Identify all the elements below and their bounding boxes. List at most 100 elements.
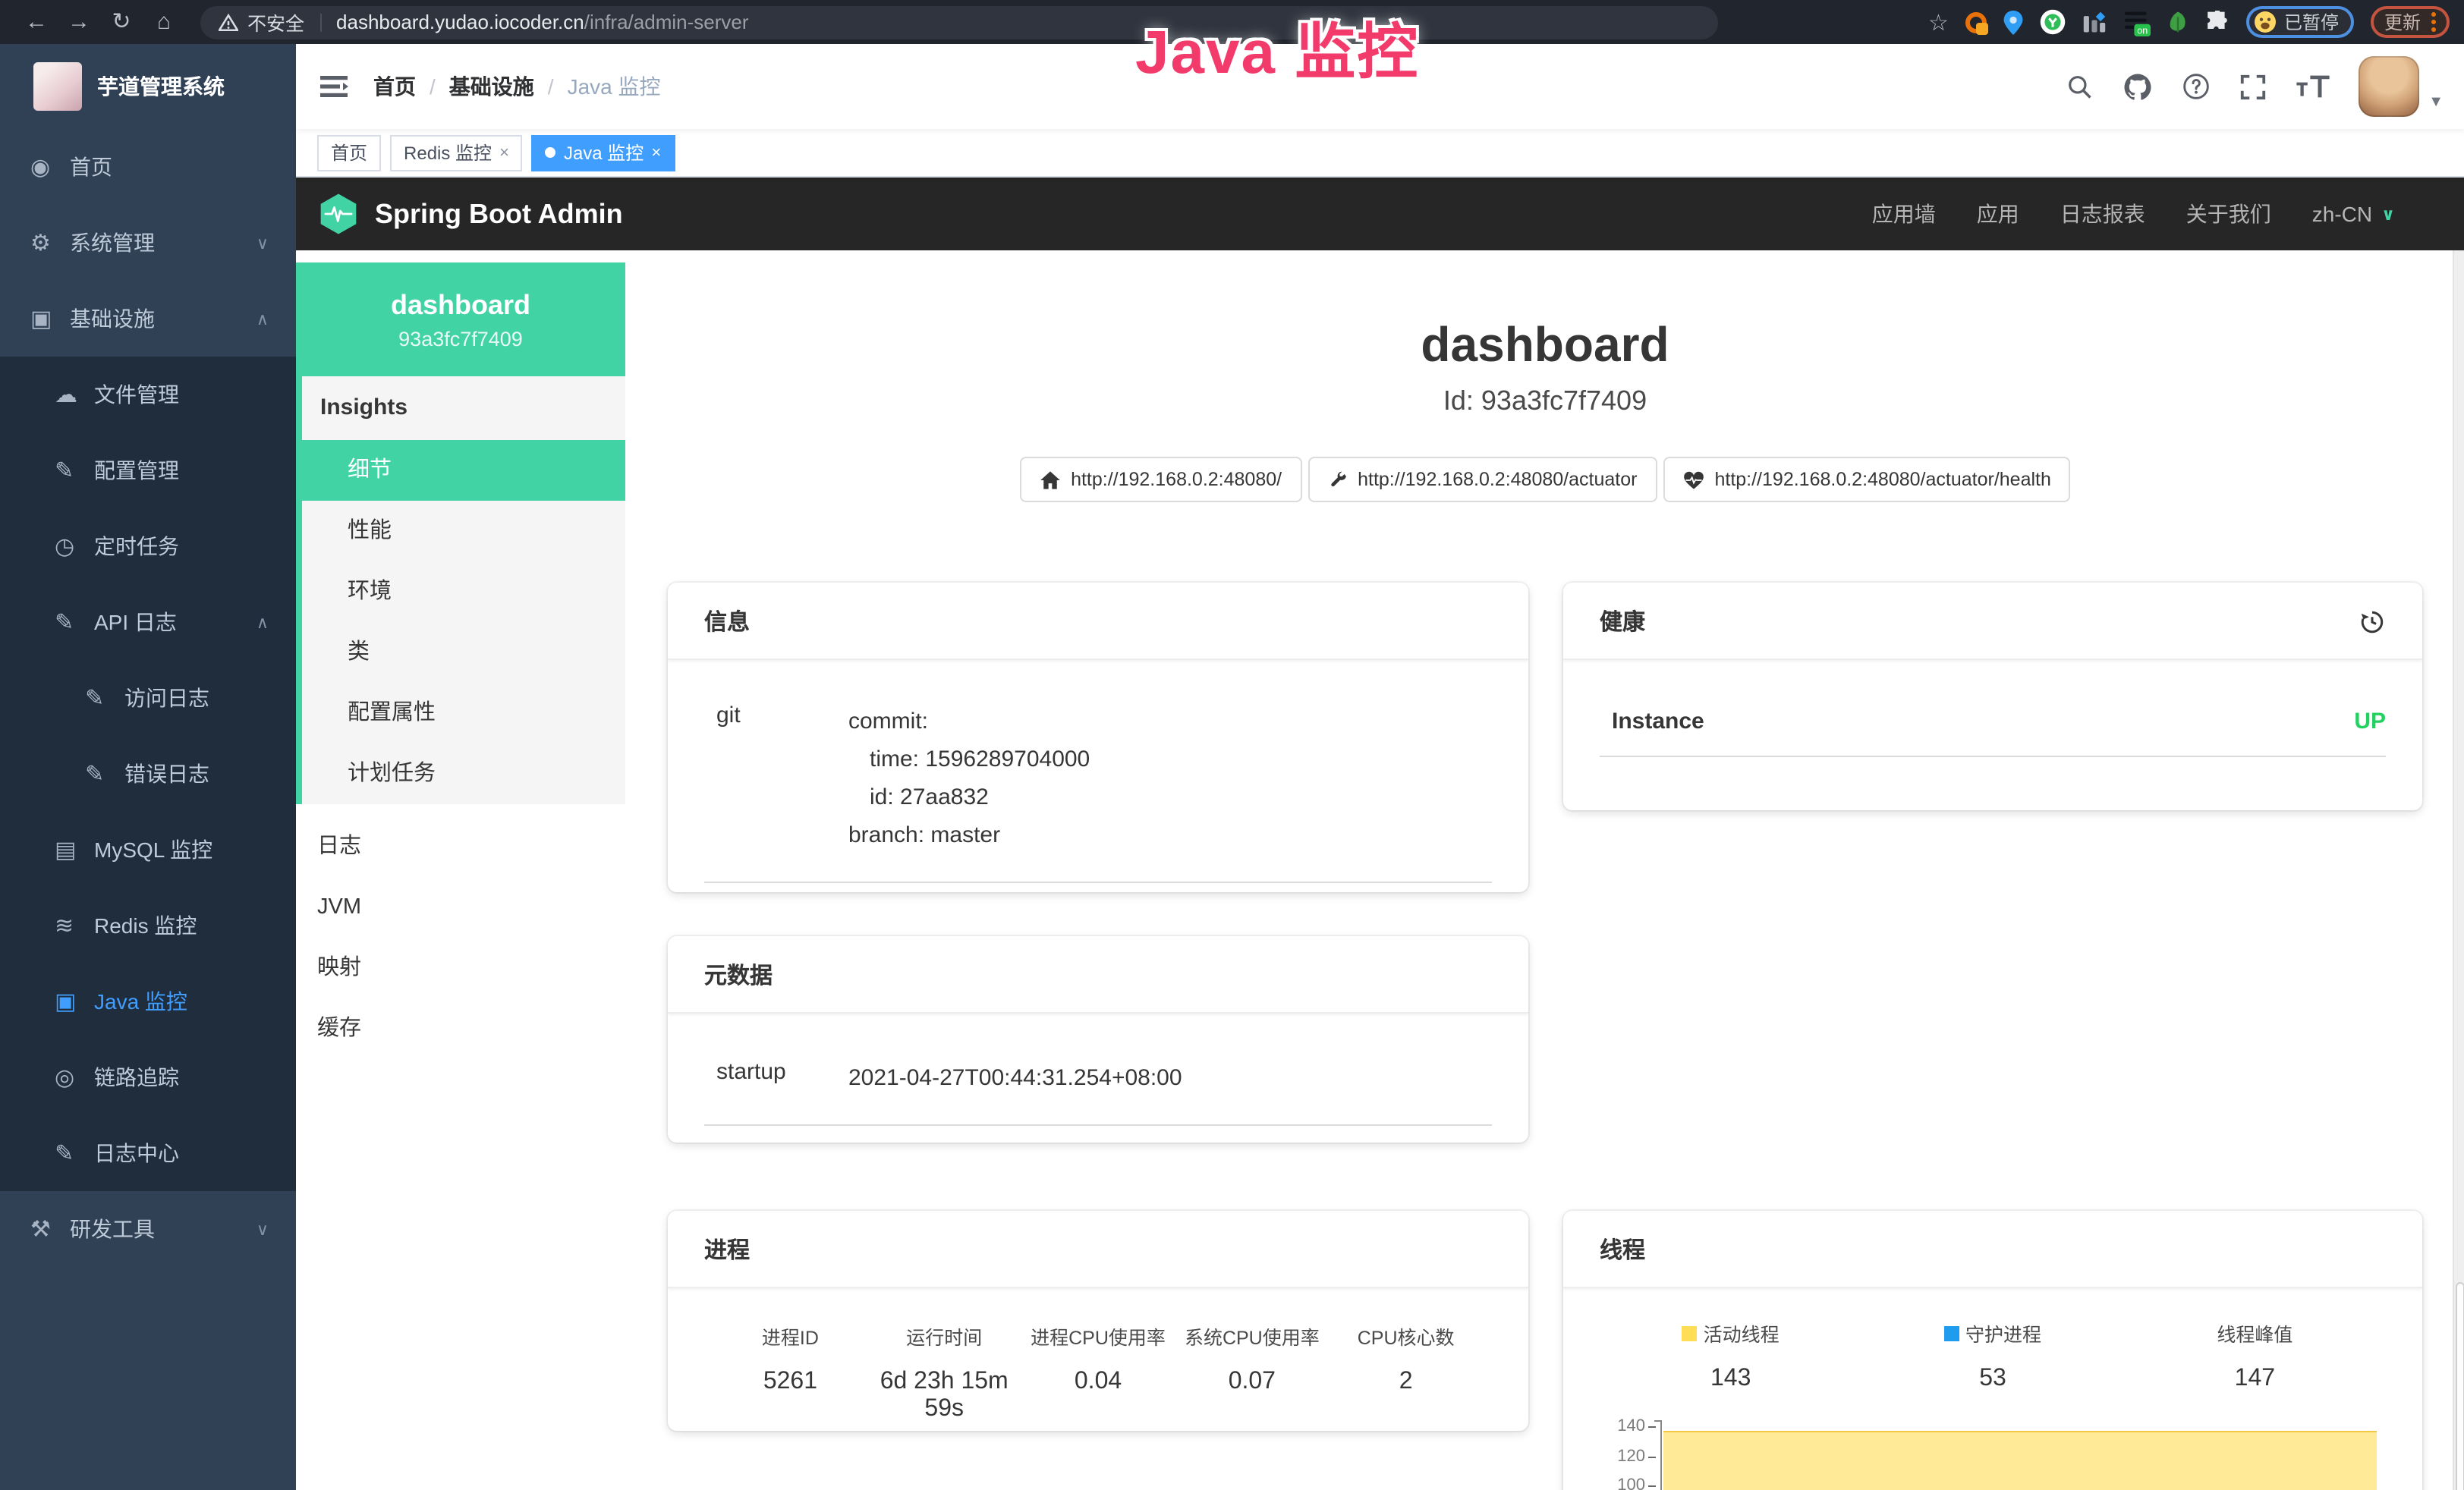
locale-label: zh-CN [2312, 202, 2372, 226]
breadcrumb-infra[interactable]: 基础设施 [449, 71, 534, 102]
breadcrumb-home[interactable]: 首页 [373, 71, 416, 102]
git-id-line: id: 27aa832 [848, 778, 1492, 816]
bookmark-star-icon[interactable]: ☆ [1928, 8, 1949, 36]
update-label: 更新 [2384, 9, 2421, 35]
sidebar-item-config-manage[interactable]: ✎ 配置管理 [0, 432, 296, 508]
sba-brand[interactable]: Spring Boot Admin [317, 193, 623, 235]
sidebar-item-label: 配置管理 [94, 455, 179, 486]
browser-extensions: ☆ on [1928, 6, 2450, 38]
sba-locale-select[interactable]: zh-CN ∨ [2312, 202, 2395, 226]
sba-menu-jvm[interactable]: JVM [296, 877, 625, 938]
insights-group: Insights 细节 性能 环境 类 配置属性 计划任务 [296, 376, 625, 804]
sba-menu-scheduled-tasks[interactable]: 计划任务 [302, 743, 625, 804]
stat-live-threads: 活动线程 143 [1600, 1319, 1861, 1393]
stat-value: 6d 23h 15m 59s [867, 1369, 1021, 1423]
sidebar-item-api-log[interactable]: ✎ API 日志 ∧ [0, 584, 296, 660]
sba-menu-mappings[interactable]: 映射 [296, 938, 625, 998]
sidebar-item-trace[interactable]: ◎ 链路追踪 [0, 1039, 296, 1115]
content-scrollbar[interactable] [2453, 250, 2464, 1490]
sidebar-item-file-manage[interactable]: ☁ 文件管理 [0, 357, 296, 432]
stat-label: 线程峰值 [2217, 1319, 2292, 1347]
card-title-text: 进程 [704, 1234, 750, 1265]
sba-menu-environment[interactable]: 环境 [302, 561, 625, 622]
extension-y-icon[interactable] [2040, 9, 2066, 35]
extension-on-icon[interactable]: on [2123, 8, 2151, 36]
sidebar-item-access-log[interactable]: ✎ 访问日志 [0, 660, 296, 736]
browser-menu-icon[interactable] [2431, 12, 2436, 32]
avatar[interactable] [2359, 56, 2419, 117]
card-title-text: 元数据 [704, 959, 773, 991]
scrollbar-thumb[interactable] [2456, 1282, 2464, 1490]
browser-back-icon[interactable]: ← [15, 0, 58, 44]
legend-blue-square [1944, 1325, 1959, 1341]
instance-id: Id: 93a3fc7f7409 [625, 385, 2464, 417]
svg-text:on: on [2137, 24, 2148, 35]
wrench-icon [1327, 470, 1347, 489]
brand[interactable]: 芋道管理系统 [0, 44, 296, 129]
log-icon: ✎ [55, 608, 94, 636]
warning-icon [219, 13, 238, 31]
tag-home[interactable]: 首页 [317, 134, 381, 171]
sba-nav-applications[interactable]: 应用 [1977, 199, 2019, 229]
address-bar[interactable]: 不安全 dashboard.yudao.iocoder.cn/infra/adm… [200, 5, 1718, 39]
close-icon[interactable]: × [499, 143, 509, 162]
edit-icon: ✎ [55, 457, 94, 484]
service-url-button[interactable]: http://192.168.0.2:48080/ [1019, 457, 1301, 502]
sidebar-item-scheduled-jobs[interactable]: ◷ 定时任务 [0, 508, 296, 584]
info-card-title: 信息 [668, 583, 1528, 660]
sidebar-item-mysql-monitor[interactable]: ▤ MySQL 监控 [0, 812, 296, 888]
extension-puzzle-icon[interactable] [2205, 10, 2230, 34]
error-log-icon: ✎ [85, 760, 124, 787]
sba-menu-config-props[interactable]: 配置属性 [302, 683, 625, 743]
sba-menu-logs[interactable]: 日志 [296, 816, 625, 877]
sidebar-item-log-center[interactable]: ✎ 日志中心 [0, 1115, 296, 1191]
actuator-url-button[interactable]: http://192.168.0.2:48080/actuator [1308, 457, 1657, 502]
sidebar-item-label: 日志中心 [94, 1138, 179, 1168]
sidebar-item-error-log[interactable]: ✎ 错误日志 [0, 736, 296, 812]
close-icon[interactable]: × [651, 143, 661, 162]
sba-main: dashboard Id: 93a3fc7f7409 http://192.16… [625, 250, 2464, 1490]
stat-value: 143 [1600, 1365, 1861, 1392]
tag-redis-monitor[interactable]: Redis 监控 × [390, 134, 523, 171]
sba-menu-metrics[interactable]: 性能 [302, 501, 625, 561]
health-url-button[interactable]: http://192.168.0.2:48080/actuator/health [1663, 457, 2070, 502]
extension-grid-icon[interactable] [2082, 10, 2107, 34]
sidebar-item-label: API 日志 [94, 607, 177, 637]
access-log-icon: ✎ [85, 684, 124, 712]
browser-home-icon[interactable]: ⌂ [143, 0, 185, 44]
hamburger-icon[interactable] [319, 71, 349, 102]
sba-nav-about[interactable]: 关于我们 [2186, 199, 2271, 229]
browser-reload-icon[interactable]: ↻ [100, 0, 143, 44]
sba-menu-details[interactable]: 细节 [302, 440, 625, 501]
search-icon[interactable] [2066, 72, 2094, 101]
card-title-text: 健康 [1600, 605, 1645, 637]
sidebar-item-label: 链路追踪 [94, 1062, 179, 1092]
extension-pin-icon[interactable] [2003, 10, 2023, 34]
sidebar-item-dev-tools[interactable]: ⚒ 研发工具 ∨ [0, 1191, 296, 1267]
stat-label: 进程ID [762, 1322, 819, 1350]
github-icon[interactable] [2122, 71, 2154, 102]
sba-app-header[interactable]: dashboard 93a3fc7f7409 [296, 262, 625, 376]
sba-menu-caches[interactable]: 缓存 [296, 998, 625, 1059]
browser-forward-icon[interactable]: → [58, 0, 100, 44]
help-icon[interactable] [2181, 71, 2211, 102]
sidebar-item-infra[interactable]: ▣ 基础设施 ∧ [0, 281, 296, 357]
sidebar-item-system[interactable]: ⚙ 系统管理 ∨ [0, 205, 296, 281]
profile-paused-pill[interactable]: 已暂停 [2246, 6, 2354, 38]
font-size-icon[interactable] [2295, 73, 2331, 100]
sidebar-item-home[interactable]: ◉ 首页 [0, 129, 296, 205]
user-menu[interactable]: ▼ [2359, 56, 2444, 117]
sidebar-item-java-monitor[interactable]: ▣ Java 监控 [0, 963, 296, 1039]
java-monitor-icon: ▣ [55, 988, 94, 1015]
browser-update-button[interactable]: 更新 [2371, 6, 2450, 38]
sba-nav-wallboard[interactable]: 应用墙 [1872, 199, 1936, 229]
tag-java-monitor[interactable]: Java 监控 × [532, 134, 675, 171]
history-icon[interactable] [2359, 608, 2386, 635]
extension-orange-icon[interactable] [1965, 11, 1987, 33]
extension-leaf-icon[interactable] [2167, 11, 2189, 33]
security-chip[interactable]: 不安全 [219, 8, 304, 36]
sidebar-item-redis-monitor[interactable]: ≋ Redis 监控 [0, 888, 296, 963]
fullscreen-icon[interactable] [2239, 72, 2267, 101]
sba-menu-classes[interactable]: 类 [302, 622, 625, 683]
sba-nav-journal[interactable]: 日志报表 [2060, 199, 2145, 229]
